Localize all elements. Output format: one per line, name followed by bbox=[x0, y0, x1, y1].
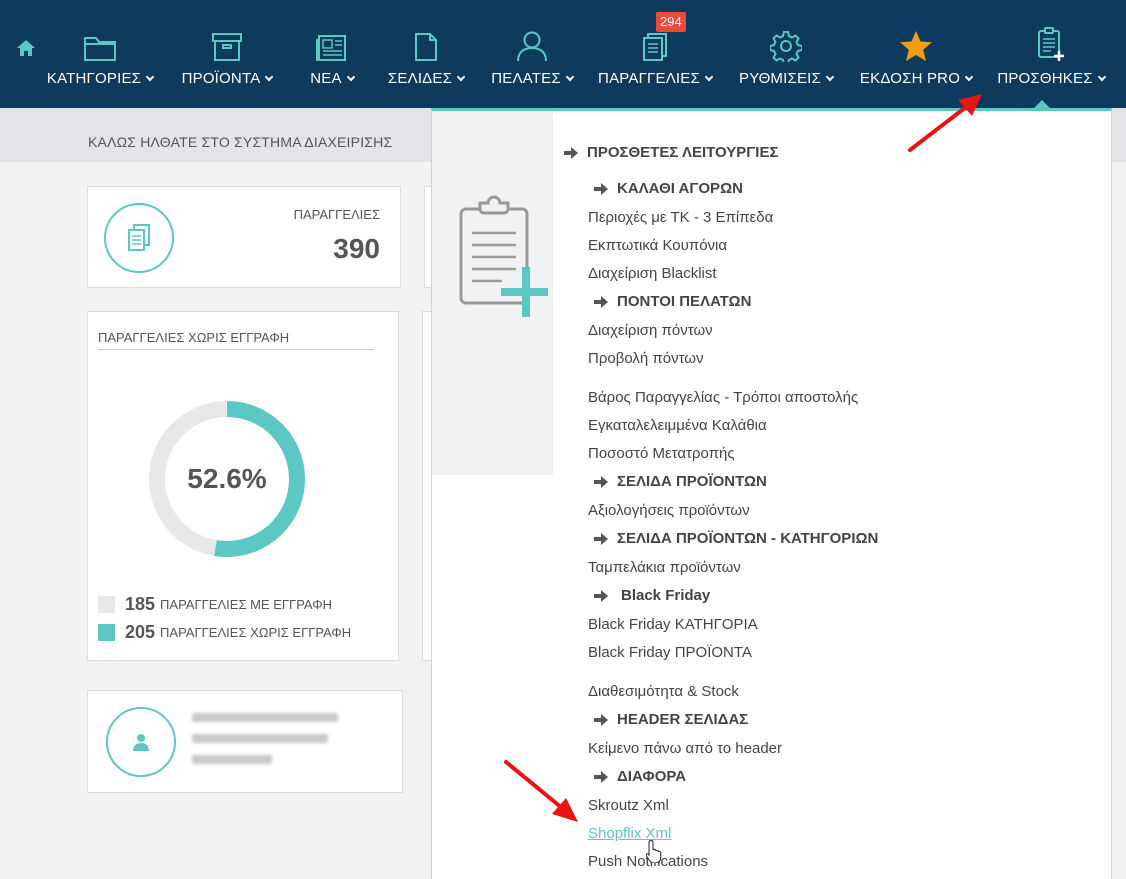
blurred-text bbox=[192, 734, 328, 743]
menu-item[interactable]: Προβολή πόντων bbox=[588, 350, 704, 367]
orders-icon bbox=[643, 33, 667, 61]
nav-item-label: ΠΡΟΪΟΝΤΑ bbox=[181, 70, 261, 87]
nav-item-label: ΠΑΡΑΓΓΕΛΙΕΣ bbox=[598, 70, 700, 87]
arrow-right-icon bbox=[594, 770, 608, 783]
page-icon bbox=[415, 33, 437, 61]
orders-icon bbox=[128, 224, 150, 251]
red-annotation-arrow-icon bbox=[908, 94, 982, 152]
user-icon bbox=[133, 734, 149, 751]
nav-item-label: ΡΥΘΜΙΣΕΙΣ bbox=[739, 70, 822, 87]
menu-item[interactable]: Skroutz Xml bbox=[588, 797, 669, 814]
chevron-down-icon bbox=[1097, 72, 1106, 81]
menu-item[interactable]: Αξιολογήσεις προϊόντων bbox=[588, 502, 750, 519]
section-heading: ΣΕΛΙΔΑ ΠΡΟΪΟΝΤΩΝ - ΚΑΤΗΓΟΡΙΩΝ bbox=[594, 530, 878, 547]
blurred-text bbox=[192, 755, 272, 764]
donut-chart: 52.6% bbox=[145, 397, 309, 561]
menu-item[interactable]: Βάρος Παραγγελίας - Τρόποι αποστολής bbox=[588, 389, 858, 406]
nav-item-label: ΣΕΛΙΔΕΣ bbox=[387, 70, 453, 87]
arrow-right-icon bbox=[594, 589, 608, 602]
menu-item[interactable]: Διαχείριση πόντων bbox=[588, 322, 713, 339]
card-title: ΠΑΡΑΓΓΕΛΙΕΣ ΧΩΡΙΣ ΕΓΓΡΑΦΗ bbox=[98, 330, 374, 350]
donut-percent: 52.6% bbox=[187, 463, 267, 494]
nav-item-pages[interactable]: ΣΕΛΙΔΕΣ bbox=[387, 0, 466, 108]
hand-cursor-icon bbox=[646, 839, 662, 863]
chevron-down-icon bbox=[565, 72, 575, 81]
home-icon[interactable] bbox=[16, 38, 36, 58]
section-heading: ΠΡΟΣΘΕΤΕΣ ΛΕΙΤΟΥΡΓΙΕΣ bbox=[564, 144, 778, 161]
orders-value: 390 bbox=[333, 233, 380, 264]
nav-item-label: ΚΑΤΗΓΟΡΙΕΣ bbox=[46, 70, 142, 87]
chevron-down-icon bbox=[346, 72, 355, 81]
menu-item[interactable]: Διαχείριση Blacklist bbox=[588, 265, 717, 282]
legend-label: ΠΑΡΑΓΓΕΛΙΕΣ ΧΩΡΙΣ ΕΓΓΡΑΦΗ bbox=[160, 625, 352, 640]
user-circle bbox=[106, 707, 176, 777]
arrow-right-icon bbox=[594, 182, 608, 195]
arrow-right-icon bbox=[594, 713, 608, 726]
menu-item[interactable]: Black Friday ΚΑΤΗΓΟΡΙΑ bbox=[588, 616, 758, 633]
section-heading: ΣΕΛΙΔΑ ΠΡΟΪΟΝΤΩΝ bbox=[594, 473, 767, 490]
orders-circle bbox=[104, 203, 174, 273]
nav-item-news[interactable]: ΝΕΑ bbox=[309, 0, 355, 108]
chevron-down-icon bbox=[265, 72, 274, 81]
gear-icon bbox=[770, 31, 802, 62]
nav-item-products[interactable]: ΠΡΟΪΟΝΤΑ bbox=[180, 0, 274, 108]
chevron-down-icon bbox=[964, 72, 974, 81]
orders-label: ΠΑΡΑΓΓΕΛΙΕΣ bbox=[293, 207, 380, 222]
chevron-down-icon bbox=[825, 72, 835, 81]
last-login-card bbox=[87, 690, 403, 793]
nav-item-label: ΠΕΛΑΤΕΣ bbox=[491, 70, 561, 87]
orders-count-badge: 294 bbox=[656, 12, 686, 32]
chevron-down-icon bbox=[704, 72, 714, 81]
blurred-text bbox=[192, 713, 338, 722]
legend-item: 205 ΠΑΡΑΓΓΕΛΙΕΣ ΧΩΡΙΣ ΕΓΓΡΑΦΗ bbox=[98, 622, 351, 643]
nav-item-label: ΠΡΟΣΘΗΚΕΣ bbox=[997, 70, 1093, 87]
menu-item[interactable]: Black Friday ΠΡΟΪΟΝΤΑ bbox=[588, 644, 752, 661]
menu-item[interactable]: Διαθεσιμότητα & Stock bbox=[588, 683, 739, 700]
menu-item[interactable]: Ποσοστό Μετατροπής bbox=[588, 445, 735, 462]
clipboard-plus-icon bbox=[1038, 27, 1064, 61]
section-heading: ΠΟΝΤΟΙ ΠΕΛΑΤΩΝ bbox=[594, 293, 751, 310]
newspaper-icon bbox=[316, 35, 346, 61]
nav-item-orders[interactable]: ΠΑΡΑΓΓΕΛΙΕΣ 294 bbox=[598, 0, 714, 108]
guest-orders-card: ΠΑΡΑΓΓΕΛΙΕΣ ΧΩΡΙΣ ΕΓΓΡΑΦΗ 52.6% 185 ΠΑΡΑ… bbox=[87, 311, 399, 661]
nav-item-customers[interactable]: ΠΕΛΑΤΕΣ bbox=[491, 0, 575, 108]
section-heading: ΚΑΛΑΘΙ ΑΓΟΡΩΝ bbox=[594, 180, 743, 197]
folder-icon bbox=[84, 37, 116, 61]
arrow-right-icon bbox=[594, 475, 608, 488]
clipboard-plus-icon bbox=[459, 195, 548, 317]
dropdown-icon-panel bbox=[432, 111, 553, 475]
menu-item[interactable]: Περιοχές με ΤΚ - 3 Επίπεδα bbox=[588, 209, 773, 226]
arrow-right-icon bbox=[594, 295, 608, 308]
nav-item-categories[interactable]: ΚΑΤΗΓΟΡΙΕΣ bbox=[46, 0, 155, 108]
nav-item-addons[interactable]: ΠΡΟΣΘΗΚΕΣ bbox=[997, 0, 1106, 108]
welcome-text: ΚΑΛΩΣ ΗΛΘΑΤΕ ΣΤΟ ΣΥΣΤΗΜΑ ΔΙΑΧΕΙΡΙΣΗΣ bbox=[88, 134, 393, 150]
legend-swatch bbox=[98, 624, 115, 641]
chevron-down-icon bbox=[145, 72, 155, 81]
legend-label: ΠΑΡΑΓΓΕΛΙΕΣ ΜΕ ΕΓΓΡΑΦΗ bbox=[160, 597, 332, 612]
nav-item-settings[interactable]: ΡΥΘΜΙΣΕΙΣ bbox=[739, 0, 835, 108]
legend-swatch bbox=[98, 596, 115, 613]
section-heading: Black Friday bbox=[594, 587, 710, 604]
box-icon bbox=[212, 33, 242, 61]
orders-card: ΠΑΡΑΓΓΕΛΙΕΣ 390 bbox=[87, 186, 401, 288]
arrow-right-icon bbox=[564, 146, 578, 159]
legend-value: 205 bbox=[125, 622, 156, 642]
legend-value: 185 bbox=[125, 594, 156, 614]
menu-item[interactable]: Εκπτωτικά Κουπόνια bbox=[588, 237, 727, 254]
menu-item[interactable]: Ταμπελάκια προϊόντων bbox=[588, 559, 741, 576]
legend-item: 185 ΠΑΡΑΓΓΕΛΙΕΣ ΜΕ ΕΓΓΡΑΦΗ bbox=[98, 594, 332, 615]
arrow-right-icon bbox=[594, 532, 608, 545]
section-heading: ΔΙΑΦΟΡΑ bbox=[594, 768, 686, 785]
user-icon bbox=[517, 31, 547, 62]
section-heading: HEADER ΣΕΛΙΔΑΣ bbox=[594, 711, 748, 728]
menu-item[interactable]: Εγκαταλελειμμένα Καλάθια bbox=[588, 417, 767, 434]
nav-item-label: ΝΕΑ bbox=[310, 70, 342, 87]
star-icon bbox=[900, 31, 932, 61]
red-annotation-arrow-icon bbox=[504, 760, 578, 822]
menu-item[interactable]: Κείμενο πάνω από το header bbox=[588, 740, 782, 757]
active-menu-indicator bbox=[1034, 100, 1050, 108]
chevron-down-icon bbox=[456, 72, 466, 81]
